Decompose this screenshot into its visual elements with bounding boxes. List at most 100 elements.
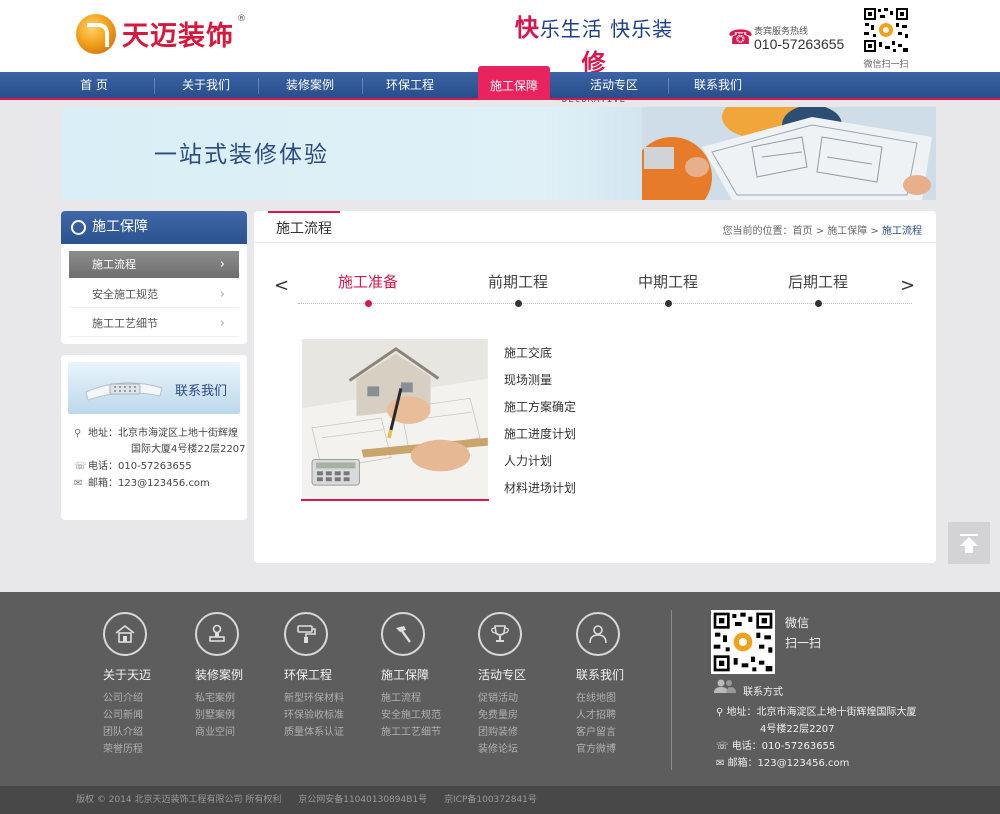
trophy-icon — [478, 612, 522, 656]
nav-item-about[interactable]: 关于我们 — [156, 72, 256, 100]
footer-wechat-label: 微信 — [785, 616, 810, 630]
sidebar-item-label: 安全施工规范 — [92, 288, 158, 301]
mail-icon: ✉ — [74, 478, 83, 489]
footer-link[interactable]: 荣誉历程 — [103, 740, 143, 755]
footer-link[interactable]: 施工工艺细节 — [381, 723, 441, 738]
nav-item-cases[interactable]: 装修案例 — [260, 72, 360, 100]
footer-link[interactable]: 商业空间 — [195, 723, 235, 738]
contact-address: ⚲ 地址：北京市海淀区上地十街辉煌 — [74, 425, 238, 442]
breadcrumb: 您当前的位置：首页 > 施工保障 > 施工流程 — [723, 222, 922, 237]
footer-link[interactable]: 公司新闻 — [103, 706, 143, 721]
sidebar-contact: 联系我们 ⚲ 地址：北京市海淀区上地十街辉煌 国际大厦4号楼22层2207 ☏电话… — [61, 355, 247, 520]
footer-col-title[interactable]: 活动专区 — [478, 666, 526, 683]
footer-col-title[interactable]: 联系我们 — [576, 666, 624, 683]
nav-item-home[interactable]: 首 页 — [44, 72, 144, 100]
next-step-button[interactable]: > — [900, 275, 915, 296]
footer-phone: ☏ 电话：010-57263655 — [716, 737, 835, 752]
footer-link[interactable]: 在线地图 — [576, 689, 616, 704]
footer-link[interactable]: 团队介绍 — [103, 723, 143, 738]
location-pin-icon: ⚲ — [716, 707, 727, 718]
back-to-top-button[interactable] — [948, 522, 990, 564]
registered-mark: ® — [237, 14, 246, 24]
logo-mark-icon — [76, 14, 116, 54]
qr-caption: 微信扫一扫 — [863, 60, 909, 70]
copyright-bar: 版权 © 2014 北京天迈装饰工程有限公司 所有权利 京公网安备1104013… — [0, 786, 1000, 814]
prev-step-button[interactable]: < — [274, 275, 289, 296]
nav-item-contact[interactable]: 联系我们 — [668, 72, 768, 100]
step-tab-early[interactable]: 前期工程 — [468, 271, 568, 292]
footer-link[interactable]: 质量体系认证 — [284, 723, 344, 738]
step-tab-middle[interactable]: 中期工程 — [618, 271, 718, 292]
email-text: 邮箱：123@123456.com — [88, 478, 210, 489]
people-icon — [714, 679, 736, 693]
footer-link[interactable]: 安全施工规范 — [381, 706, 441, 721]
footer-link[interactable]: 免费量房 — [478, 706, 518, 721]
footer-link[interactable]: 客户留言 — [576, 723, 616, 738]
footer-contact-title: 联系方式 — [743, 687, 783, 698]
step-tab-late[interactable]: 后期工程 — [768, 271, 868, 292]
step-tab-preparation[interactable]: 施工准备 — [318, 271, 418, 292]
construction-planning-photo — [301, 339, 489, 501]
footer-email-text: 邮箱：123@123456.com — [727, 758, 850, 769]
telephone-icon — [85, 382, 163, 401]
footer-link[interactable]: 别墅案例 — [195, 706, 235, 721]
nav-item-construction[interactable]: 施工保障 — [478, 66, 550, 100]
contact-banner: 联系我们 — [68, 362, 240, 414]
sidebar-item-process[interactable]: 施工流程 › — [69, 251, 239, 278]
chevron-right-icon: › — [219, 287, 225, 302]
nav-separator — [258, 78, 259, 94]
footer-link[interactable]: 人才招聘 — [576, 706, 616, 721]
slogan-char-1: 快 — [514, 13, 540, 42]
police-beian[interactable]: 京公网安备11040130894B1号 — [298, 795, 427, 805]
footer-link[interactable]: 公司介绍 — [103, 689, 143, 704]
footer-col-title[interactable]: 装修案例 — [195, 666, 243, 683]
nav-item-eco[interactable]: 环保工程 — [360, 72, 460, 100]
breadcrumb-path[interactable]: 您当前的位置：首页 > 施工保障 > — [723, 226, 882, 237]
footer-link[interactable]: 团购装修 — [478, 723, 518, 738]
footer-link[interactable]: 私宅案例 — [195, 689, 235, 704]
footer-link[interactable]: 装修论坛 — [478, 740, 518, 755]
footer-col-title[interactable]: 关于天迈 — [103, 666, 151, 683]
person-icon — [576, 612, 620, 656]
footer-phone-text: 电话：010-57263655 — [731, 741, 836, 752]
task-item: 施工交底 — [504, 346, 553, 360]
banner-headline: 一站式装修体验 — [154, 142, 329, 168]
title-divider — [254, 242, 936, 243]
slogan: 快乐生活 快乐装修 HAPPY LIFE, HAPPY DECORATIVE — [506, 8, 682, 105]
footer-link[interactable]: 环保验收标准 — [284, 706, 344, 721]
copyright-text: 版权 © 2014 北京天迈装饰工程有限公司 所有权利 — [76, 795, 282, 805]
icp-number[interactable]: 京ICP备100372841号 — [444, 795, 537, 805]
footer-link[interactable]: 新型环保材料 — [284, 689, 344, 704]
footer-col-title[interactable]: 施工保障 — [381, 666, 429, 683]
footer-col-title[interactable]: 环保工程 — [284, 666, 332, 683]
footer-address-text: 地址：北京市海淀区上地十街辉煌国际大厦 — [726, 707, 917, 718]
phone-icon: ☏ — [74, 461, 87, 472]
main-nav: 首 页 关于我们 装修案例 环保工程 施工保障 活动专区 联系我们 — [0, 66, 1000, 100]
house-icon — [103, 612, 147, 656]
step-dot — [665, 300, 672, 307]
chevron-right-icon: › — [219, 316, 225, 331]
step-dot — [365, 300, 372, 307]
nav-separator — [154, 78, 155, 94]
footer-link[interactable]: 促销活动 — [478, 689, 518, 704]
task-item: 现场测量 — [504, 373, 553, 387]
hammer-icon — [381, 612, 425, 656]
contact-address-line2: 国际大厦4号楼22层2207 — [131, 444, 246, 455]
task-item: 施工进度计划 — [504, 427, 577, 441]
footer-link[interactable]: 官方微博 — [576, 740, 616, 755]
sidebar-menu: 施工保障 施工流程 › 安全施工规范 › 施工工艺细节 › — [61, 211, 247, 344]
sidebar-item-craft[interactable]: 施工工艺细节 › — [69, 310, 239, 337]
sidebar-item-label: 施工工艺细节 — [92, 317, 158, 330]
hotline-number: 010-57263655 — [754, 36, 845, 52]
location-pin-icon: ⚲ — [74, 428, 82, 439]
site-logo[interactable]: 天迈装饰 ® — [76, 12, 246, 54]
nav-item-events[interactable]: 活动专区 — [564, 72, 664, 100]
wechat-qr-code — [862, 6, 910, 54]
arrow-up-icon — [960, 534, 978, 553]
slogan-text: 乐生活 快乐装 — [539, 17, 674, 41]
footer-address-line2: 4号楼22层2207 — [760, 724, 835, 735]
footer-link[interactable]: 施工流程 — [381, 689, 421, 704]
task-item: 人力计划 — [504, 454, 553, 468]
phone-icon: ☎ — [728, 25, 753, 49]
sidebar-item-safety[interactable]: 安全施工规范 › — [69, 281, 239, 308]
